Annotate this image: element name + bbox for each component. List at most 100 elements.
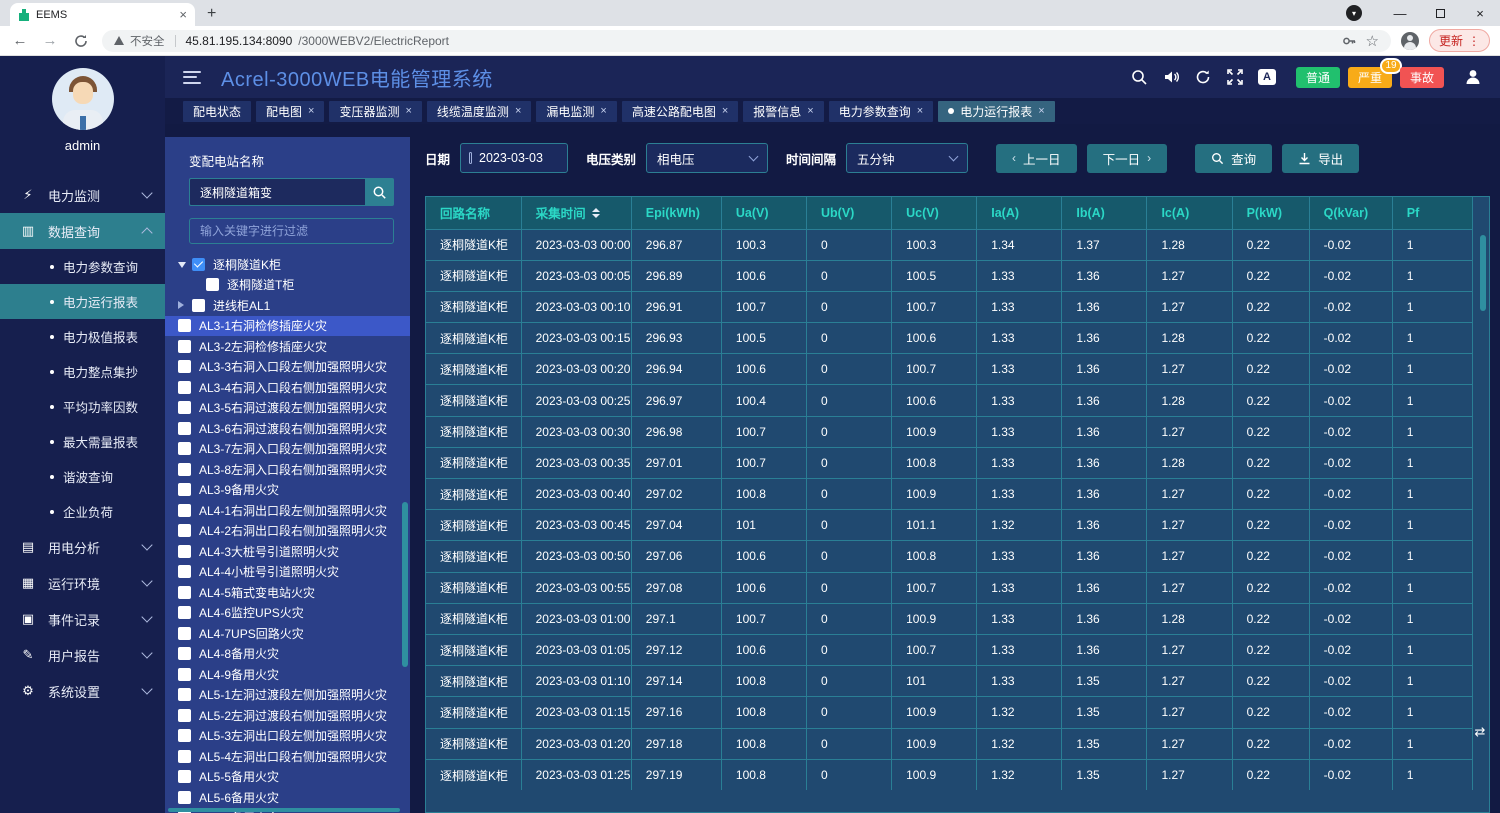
voltage-type-select[interactable]: 相电压 bbox=[646, 143, 768, 173]
bookmark-star-icon[interactable]: ☆ bbox=[1366, 32, 1379, 50]
tree-checkbox[interactable] bbox=[178, 791, 191, 804]
page-tab[interactable]: 报警信息 bbox=[743, 101, 823, 122]
tab-close-icon[interactable] bbox=[917, 105, 923, 117]
tree-item[interactable]: AL5-2左洞过渡段右侧加强照明火灾 bbox=[165, 705, 410, 726]
tree-item[interactable]: AL5-1左洞过渡段左侧加强照明火灾 bbox=[165, 685, 410, 706]
tree-checkbox[interactable] bbox=[178, 688, 191, 701]
page-tab[interactable]: 电力参数查询 bbox=[829, 101, 933, 122]
restore-button[interactable] bbox=[1420, 0, 1460, 26]
page-tab[interactable]: 高速公路配电图 bbox=[622, 101, 738, 122]
tree-checkbox[interactable] bbox=[192, 258, 205, 271]
tree-item[interactable]: 进线柜AL1 bbox=[165, 295, 410, 316]
table-row[interactable]: 逐桐隧道K柜 2023-03-03 01:15 297.16 100.8 0 1… bbox=[426, 697, 1473, 728]
expand-arrow-icon[interactable] bbox=[178, 257, 192, 271]
date-input[interactable] bbox=[479, 151, 559, 165]
tab-close-icon[interactable] bbox=[515, 105, 521, 117]
table-row[interactable]: 逐桐隧道K柜 2023-03-03 01:10 297.14 100.8 0 1… bbox=[426, 666, 1473, 697]
table-row[interactable]: 逐桐隧道K柜 2023-03-03 00:05 296.89 100.6 0 1… bbox=[426, 260, 1473, 291]
fullscreen-icon[interactable] bbox=[1224, 66, 1246, 88]
tree-scrollbar[interactable] bbox=[402, 502, 408, 667]
tree-checkbox[interactable] bbox=[178, 422, 191, 435]
tree-item[interactable]: AL4-5箱式变电站火灾 bbox=[165, 582, 410, 603]
translate-icon[interactable]: A bbox=[1256, 66, 1278, 88]
table-scrollbar[interactable] bbox=[1480, 235, 1486, 311]
tree-checkbox[interactable] bbox=[178, 340, 191, 353]
tree-checkbox[interactable] bbox=[178, 729, 191, 742]
browser-menu-kebab-icon[interactable]: ⋮ bbox=[1468, 34, 1480, 48]
tree-item[interactable]: AL3-6右洞过渡段右侧加强照明火灾 bbox=[165, 418, 410, 439]
tree-checkbox[interactable] bbox=[178, 606, 191, 619]
key-icon[interactable] bbox=[1338, 30, 1360, 52]
station-search-input[interactable] bbox=[189, 178, 365, 206]
search-icon[interactable] bbox=[1128, 66, 1150, 88]
tree-item[interactable]: 逐桐隧道T柜 bbox=[165, 275, 410, 296]
address-bar[interactable]: 不安全 45.81.195.134:8090 /3000WEBV2/Electr… bbox=[102, 30, 1391, 52]
table-row[interactable]: 逐桐隧道K柜 2023-03-03 01:05 297.12 100.6 0 1… bbox=[426, 634, 1473, 665]
tree-item[interactable]: AL5-4左洞出口段右侧加强照明火灾 bbox=[165, 746, 410, 767]
table-row[interactable]: 逐桐隧道K柜 2023-03-03 00:00 296.87 100.3 0 1… bbox=[426, 229, 1473, 260]
tree-item[interactable]: 逐桐隧道K柜 bbox=[165, 254, 410, 275]
sidebar-item[interactable]: 谐波查询 bbox=[0, 459, 165, 494]
tree-checkbox[interactable] bbox=[178, 565, 191, 578]
sidebar-item[interactable]: ▦ 运行环境 bbox=[0, 565, 165, 601]
table-row[interactable]: 逐桐隧道K柜 2023-03-03 01:25 297.19 100.8 0 1… bbox=[426, 759, 1473, 790]
tree-checkbox[interactable] bbox=[178, 524, 191, 537]
tree-checkbox[interactable] bbox=[178, 319, 191, 332]
tree-checkbox[interactable] bbox=[178, 504, 191, 517]
back-button[interactable]: ← bbox=[10, 32, 30, 49]
tab-close-icon[interactable] bbox=[722, 105, 728, 117]
export-button[interactable]: 导出 bbox=[1282, 144, 1359, 173]
sidebar-item[interactable]: 电力参数查询 bbox=[0, 249, 165, 284]
browser-update-button[interactable]: 更新 ⋮ bbox=[1429, 29, 1490, 52]
tree-item[interactable]: AL5-5备用火灾 bbox=[165, 767, 410, 788]
table-row[interactable]: 逐桐隧道K柜 2023-03-03 00:20 296.94 100.6 0 1… bbox=[426, 354, 1473, 385]
tree-item[interactable]: AL4-4小桩号引道照明火灾 bbox=[165, 562, 410, 583]
next-day-button[interactable]: 下一日 › bbox=[1087, 144, 1168, 173]
tree-checkbox[interactable] bbox=[192, 299, 205, 312]
table-row[interactable]: 逐桐隧道K柜 2023-03-03 00:15 296.93 100.5 0 1… bbox=[426, 323, 1473, 354]
tab-close-icon[interactable] bbox=[1038, 105, 1044, 117]
tree-item[interactable]: AL5-3左洞出口段左侧加强照明火灾 bbox=[165, 726, 410, 747]
tree-checkbox[interactable] bbox=[178, 401, 191, 414]
tree-checkbox[interactable] bbox=[178, 360, 191, 373]
sidebar-item[interactable]: ▤ 用电分析 bbox=[0, 529, 165, 565]
tree-checkbox[interactable] bbox=[178, 709, 191, 722]
alarm-badge[interactable]: 严重 19 bbox=[1348, 67, 1392, 88]
table-row[interactable]: 逐桐隧道K柜 2023-03-03 00:50 297.06 100.6 0 1… bbox=[426, 541, 1473, 572]
page-tab[interactable]: 线缆温度监测 bbox=[427, 101, 531, 122]
sidebar-item[interactable]: 平均功率因数 bbox=[0, 389, 165, 424]
tree-checkbox[interactable] bbox=[178, 627, 191, 640]
sidebar-item[interactable]: ▣ 事件记录 bbox=[0, 601, 165, 637]
tree-item[interactable]: AL3-3右洞入口段左侧加强照明火灾 bbox=[165, 357, 410, 378]
tree-item[interactable]: AL3-1右洞检修插座火灾 bbox=[165, 316, 410, 337]
minimize-button[interactable]: — bbox=[1380, 0, 1420, 26]
collapse-arrow-icon[interactable] bbox=[178, 298, 192, 312]
tab-close-icon[interactable]: × bbox=[179, 7, 187, 22]
query-button[interactable]: 查询 bbox=[1195, 144, 1272, 173]
browser-profile-avatar[interactable] bbox=[1401, 32, 1419, 50]
page-tab[interactable]: 电力运行报表 bbox=[938, 101, 1054, 122]
station-search-button[interactable] bbox=[365, 178, 394, 206]
tree-item[interactable]: AL3-8左洞入口段右侧加强照明火灾 bbox=[165, 459, 410, 480]
user-avatar[interactable] bbox=[52, 68, 114, 130]
sidebar-item[interactable]: ✎ 用户报告 bbox=[0, 637, 165, 673]
sidebar-item[interactable]: 最大需量报表 bbox=[0, 424, 165, 459]
page-tab[interactable]: 漏电监测 bbox=[536, 101, 616, 122]
table-row[interactable]: 逐桐隧道K柜 2023-03-03 00:35 297.01 100.7 0 1… bbox=[426, 447, 1473, 478]
sidebar-item[interactable]: ▥ 数据查询 bbox=[0, 213, 165, 249]
table-row[interactable]: 逐桐隧道K柜 2023-03-03 01:00 297.1 100.7 0 10… bbox=[426, 603, 1473, 634]
page-tab[interactable]: 变压器监测 bbox=[329, 101, 421, 122]
tree-checkbox[interactable] bbox=[178, 668, 191, 681]
tree-item[interactable]: AL4-1右洞出口段左侧加强照明火灾 bbox=[165, 500, 410, 521]
sidebar-item[interactable]: 电力运行报表 bbox=[0, 284, 165, 319]
table-row[interactable]: 逐桐隧道K柜 2023-03-03 00:25 296.97 100.4 0 1… bbox=[426, 385, 1473, 416]
table-row[interactable]: 逐桐隧道K柜 2023-03-03 01:20 297.18 100.8 0 1… bbox=[426, 728, 1473, 759]
tree-checkbox[interactable] bbox=[178, 647, 191, 660]
sidebar-item[interactable]: 企业负荷 bbox=[0, 494, 165, 529]
table-row[interactable]: 逐桐隧道K柜 2023-03-03 00:45 297.04 101 0 101… bbox=[426, 510, 1473, 541]
tree-item[interactable]: AL4-3大桩号引道照明火灾 bbox=[165, 541, 410, 562]
hamburger-menu-icon[interactable] bbox=[183, 71, 201, 84]
sidebar-item[interactable]: ⚙ 系统设置 bbox=[0, 673, 165, 709]
tree-item[interactable]: AL3-5右洞过渡段左侧加强照明火灾 bbox=[165, 398, 410, 419]
tree-checkbox[interactable] bbox=[178, 586, 191, 599]
